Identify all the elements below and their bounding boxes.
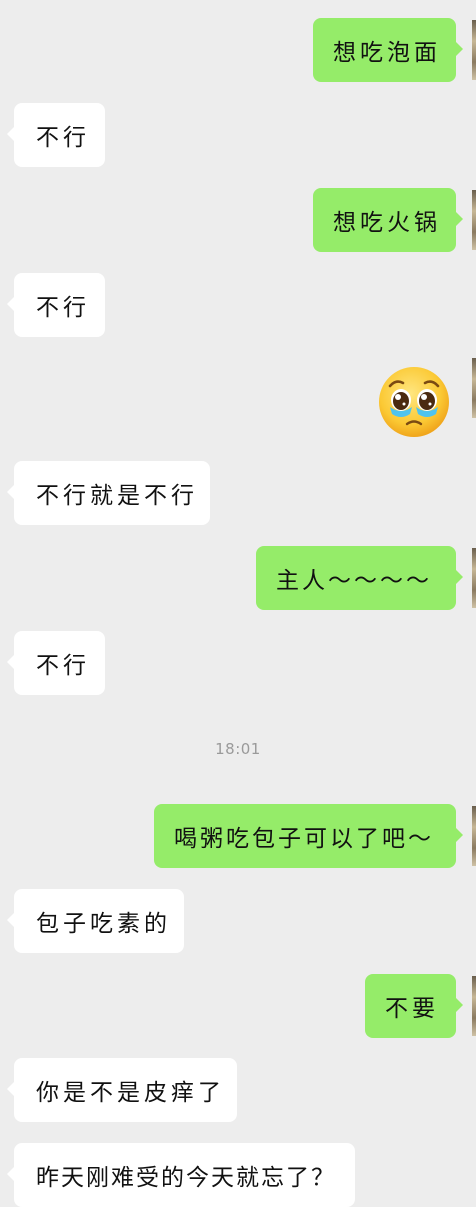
message-row-incoming: 不行	[0, 631, 476, 695]
message-text: 包子吃素的	[36, 911, 171, 937]
message-text: 不行	[36, 125, 90, 151]
message-row-incoming: 昨天刚难受的今天就忘了？	[0, 1143, 476, 1207]
outgoing-message-bubble[interactable]: 想吃泡面	[313, 18, 463, 82]
incoming-message-bubble[interactable]: 不行	[7, 631, 105, 695]
message-row-outgoing: 主人～～～～	[0, 546, 476, 610]
incoming-message-bubble[interactable]: 不行就是不行	[7, 461, 210, 525]
outgoing-message-bubble[interactable]: 主人～～～～	[256, 546, 463, 610]
own-avatar[interactable]	[472, 190, 476, 250]
own-avatar[interactable]	[472, 976, 476, 1036]
message-row-outgoing: 想吃泡面	[0, 18, 476, 82]
message-text: 不行	[36, 653, 90, 679]
message-row-incoming: 包子吃素的	[0, 889, 476, 953]
message-row-outgoing: 想吃火锅	[0, 188, 476, 252]
own-avatar[interactable]	[472, 20, 476, 80]
message-timestamp: 18:01	[215, 740, 261, 758]
message-text: 想吃泡面	[333, 40, 441, 66]
chat-message-list[interactable]: 想吃泡面 不行 想吃火锅 不行 不行就是不行 主人～～～～ 不行 18:01 喝…	[0, 0, 476, 1207]
message-text: 不行就是不行	[36, 483, 198, 509]
own-avatar[interactable]	[472, 358, 476, 418]
message-text: 主人～～～～	[276, 568, 432, 594]
message-row-incoming: 不行	[0, 103, 476, 167]
message-row-outgoing: 喝粥吃包子可以了吧～	[0, 804, 476, 868]
incoming-message-bubble[interactable]: 你是不是皮痒了	[7, 1058, 237, 1122]
incoming-message-bubble[interactable]: 不行	[7, 103, 105, 167]
own-avatar[interactable]	[472, 548, 476, 608]
message-row-incoming: 不行就是不行	[0, 461, 476, 525]
message-text: 你是不是皮痒了	[36, 1080, 225, 1106]
message-text: 昨天刚难受的今天就忘了？	[36, 1165, 336, 1191]
own-avatar[interactable]	[472, 806, 476, 866]
message-text: 不要	[385, 996, 439, 1022]
message-text: 想吃火锅	[333, 210, 441, 236]
pleading-face-emoji-sticker[interactable]	[372, 364, 456, 440]
incoming-message-bubble[interactable]: 不行	[7, 273, 105, 337]
outgoing-message-bubble[interactable]: 喝粥吃包子可以了吧～	[154, 804, 463, 868]
message-text: 不行	[36, 295, 90, 321]
message-row-outgoing: 不要	[0, 974, 476, 1038]
incoming-message-bubble[interactable]: 昨天刚难受的今天就忘了？	[7, 1143, 355, 1207]
outgoing-message-bubble[interactable]: 不要	[365, 974, 463, 1038]
incoming-message-bubble[interactable]: 包子吃素的	[7, 889, 184, 953]
outgoing-message-bubble[interactable]: 想吃火锅	[313, 188, 463, 252]
message-text: 喝粥吃包子可以了吧～	[174, 826, 434, 852]
message-row-incoming: 你是不是皮痒了	[0, 1058, 476, 1122]
message-row-incoming: 不行	[0, 273, 476, 337]
